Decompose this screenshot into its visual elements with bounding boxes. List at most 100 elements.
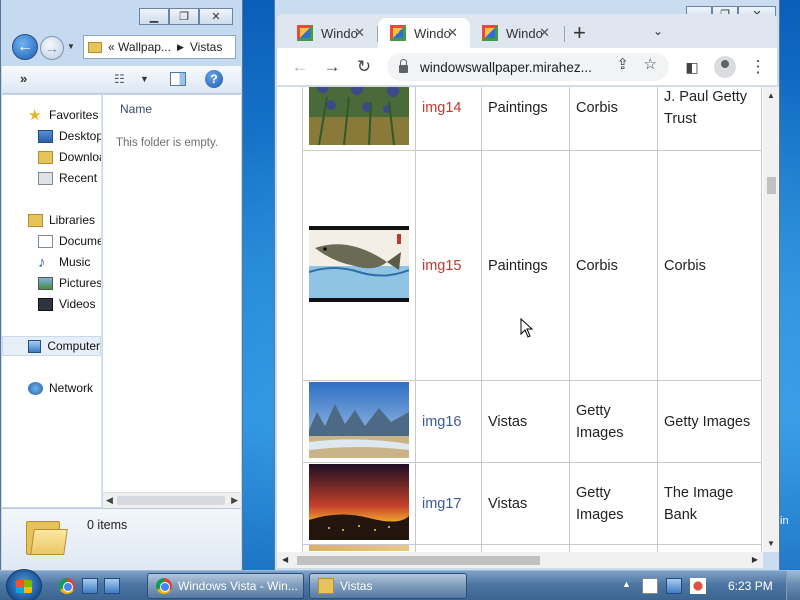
sunset-city-thumbnail[interactable]	[309, 463, 409, 540]
taskbar: Windows Vista - Win... Vistas ▲ 6:23 PM	[0, 569, 800, 600]
preview-pane-icon[interactable]	[170, 72, 186, 86]
switch-windows-icon[interactable]	[104, 578, 120, 594]
image-id-link[interactable]: img15	[422, 258, 462, 274]
nav-desktop[interactable]: Desktop	[38, 126, 102, 146]
koi-fish-painting-thumbnail[interactable]	[309, 225, 409, 302]
side-panel-icon[interactable]: ◧	[681, 56, 703, 78]
tab-close-icon[interactable]: ✕	[539, 25, 550, 41]
nav-libraries[interactable]: Libraries	[28, 210, 95, 230]
new-tab-button[interactable]: +	[573, 20, 586, 46]
image-id-link[interactable]: img16	[422, 414, 462, 430]
file-list-pane[interactable]: Name This folder is empty.	[103, 95, 241, 507]
file-list-horizontal-scrollbar[interactable]: ◀ ▶	[103, 492, 241, 508]
tab-search-chevron-icon[interactable]: ⌄	[653, 24, 663, 38]
recent-places-icon	[38, 171, 53, 185]
page-horizontal-scrollbar[interactable]: ◀ ▶	[277, 552, 763, 568]
image-id-link[interactable]: img17	[422, 496, 462, 512]
view-options-dropdown[interactable]: ▼	[140, 74, 149, 84]
address-bar[interactable]: windowswallpaper.mirahez... ⇪ ☆	[387, 53, 669, 81]
profile-avatar[interactable]	[714, 56, 736, 78]
nav-network[interactable]: Network	[28, 378, 93, 398]
explorer-caption-bar: ▁ ❐ ✕	[1, 0, 242, 30]
taskbar-button-browser[interactable]: Windows Vista - Win...	[147, 573, 304, 599]
table-row: img14 Paintings Corbis J. Paul Getty Tru…	[302, 87, 762, 151]
scroll-down-icon[interactable]: ▼	[767, 539, 775, 548]
nav-downloads[interactable]: Downloads	[38, 147, 101, 167]
nav-music-label: Music	[59, 255, 91, 269]
back-button[interactable]: ←	[12, 34, 38, 60]
tab-close-icon[interactable]: ✕	[354, 25, 365, 41]
scroll-left-icon[interactable]: ◀	[106, 495, 113, 506]
irises-painting-thumbnail[interactable]	[309, 87, 409, 145]
show-hidden-icons-button[interactable]: ▲	[622, 579, 631, 589]
tab-title: Windo	[414, 25, 451, 41]
network-icon	[28, 381, 43, 395]
nav-documents[interactable]: Documents	[38, 231, 101, 251]
image-id-cell: img17	[415, 462, 482, 545]
browser-toolbar: ← → ↻ windowswallpaper.mirahez... ⇪ ☆ ◧ …	[277, 48, 777, 86]
scrollbar-thumb[interactable]	[117, 496, 225, 505]
start-button[interactable]	[6, 569, 42, 600]
tab-strip: Windo ✕ Windo ✕ Windo ✕ + ⌄	[277, 14, 777, 48]
network-status-icon[interactable]	[666, 578, 682, 594]
page-vertical-scrollbar[interactable]: ▲ ▼	[763, 87, 779, 552]
nav-music[interactable]: ♪ Music	[38, 252, 90, 272]
scroll-right-icon[interactable]: ▶	[752, 555, 758, 564]
nav-desktop-label: Desktop	[59, 129, 102, 143]
nav-favorites-label: Favorites	[49, 108, 99, 122]
table-row: img16 Vistas Getty Images Getty Images	[302, 380, 762, 463]
breadcrumb-parent[interactable]: Wallpap...	[118, 40, 171, 54]
forward-button[interactable]: →	[40, 36, 64, 60]
recent-pages-dropdown[interactable]: ▼	[67, 42, 75, 51]
nav-favorites[interactable]: ★ Favorites	[28, 105, 98, 125]
computer-icon[interactable]	[82, 578, 98, 594]
tab-3[interactable]: Windo ✕	[470, 18, 562, 48]
address-bar[interactable]: « Wallpap... ▶ Vistas	[83, 35, 236, 59]
breadcrumb-overflow[interactable]: «	[108, 40, 115, 54]
image-id-link[interactable]: img14	[422, 100, 462, 116]
mouse-pointer-icon	[520, 318, 534, 338]
reload-icon[interactable]: ↻	[353, 56, 375, 78]
scroll-up-icon[interactable]: ▲	[767, 91, 775, 100]
help-icon[interactable]: ?	[205, 70, 223, 88]
tab-close-icon[interactable]: ✕	[447, 25, 458, 41]
change-view-icon[interactable]: ☷	[114, 72, 125, 86]
forward-arrow-icon[interactable]: →	[321, 56, 343, 78]
action-center-flag-icon[interactable]	[642, 578, 658, 594]
nav-pictures[interactable]: Pictures	[38, 273, 101, 293]
arrow-left-icon: ←	[17, 38, 33, 55]
chrome-icon[interactable]	[59, 578, 75, 594]
breadcrumb-separator-icon[interactable]: ▶	[177, 42, 184, 53]
breadcrumb-current[interactable]: Vistas	[190, 40, 222, 54]
restore-button[interactable]: ❐	[169, 8, 199, 25]
bookmark-star-icon[interactable]: ☆	[644, 55, 657, 73]
details-pane: 0 items	[2, 508, 241, 570]
close-button[interactable]: ✕	[199, 8, 233, 25]
system-clock[interactable]: 6:23 PM	[728, 579, 773, 593]
nav-videos[interactable]: Videos	[38, 294, 95, 314]
category-cell: Vistas	[481, 380, 570, 463]
menu-kebab-icon[interactable]: ⋮	[747, 56, 769, 78]
back-arrow-icon[interactable]: ←	[289, 56, 311, 78]
nav-computer[interactable]: Computer	[2, 336, 101, 356]
site-favicon-icon	[390, 25, 406, 41]
show-desktop-button[interactable]	[786, 571, 800, 600]
nav-recent-places[interactable]: Recent Places	[38, 168, 101, 188]
scrollbar-thumb[interactable]	[767, 177, 776, 194]
scroll-right-icon[interactable]: ▶	[231, 495, 238, 506]
lock-icon[interactable]	[399, 59, 408, 73]
taskbar-button-explorer[interactable]: Vistas	[309, 573, 467, 599]
tab-2-active[interactable]: Windo ✕	[378, 18, 470, 48]
url-text[interactable]: windowswallpaper.mirahez...	[420, 60, 592, 75]
share-icon[interactable]: ⇪	[616, 55, 629, 73]
name-column-header[interactable]: Name	[120, 102, 152, 116]
scroll-left-icon[interactable]: ◀	[282, 555, 288, 564]
minimize-button[interactable]: ▁	[139, 8, 169, 25]
image-id-cell: img16	[415, 380, 482, 463]
volume-muted-icon[interactable]	[690, 578, 706, 594]
tab-1[interactable]: Windo ✕	[277, 18, 377, 48]
karst-river-landscape-thumbnail[interactable]	[309, 381, 409, 458]
scrollbar-thumb[interactable]	[297, 556, 540, 565]
toolbar-overflow-button[interactable]: »	[20, 71, 27, 86]
nav-recent-label: Recent Places	[59, 171, 101, 185]
